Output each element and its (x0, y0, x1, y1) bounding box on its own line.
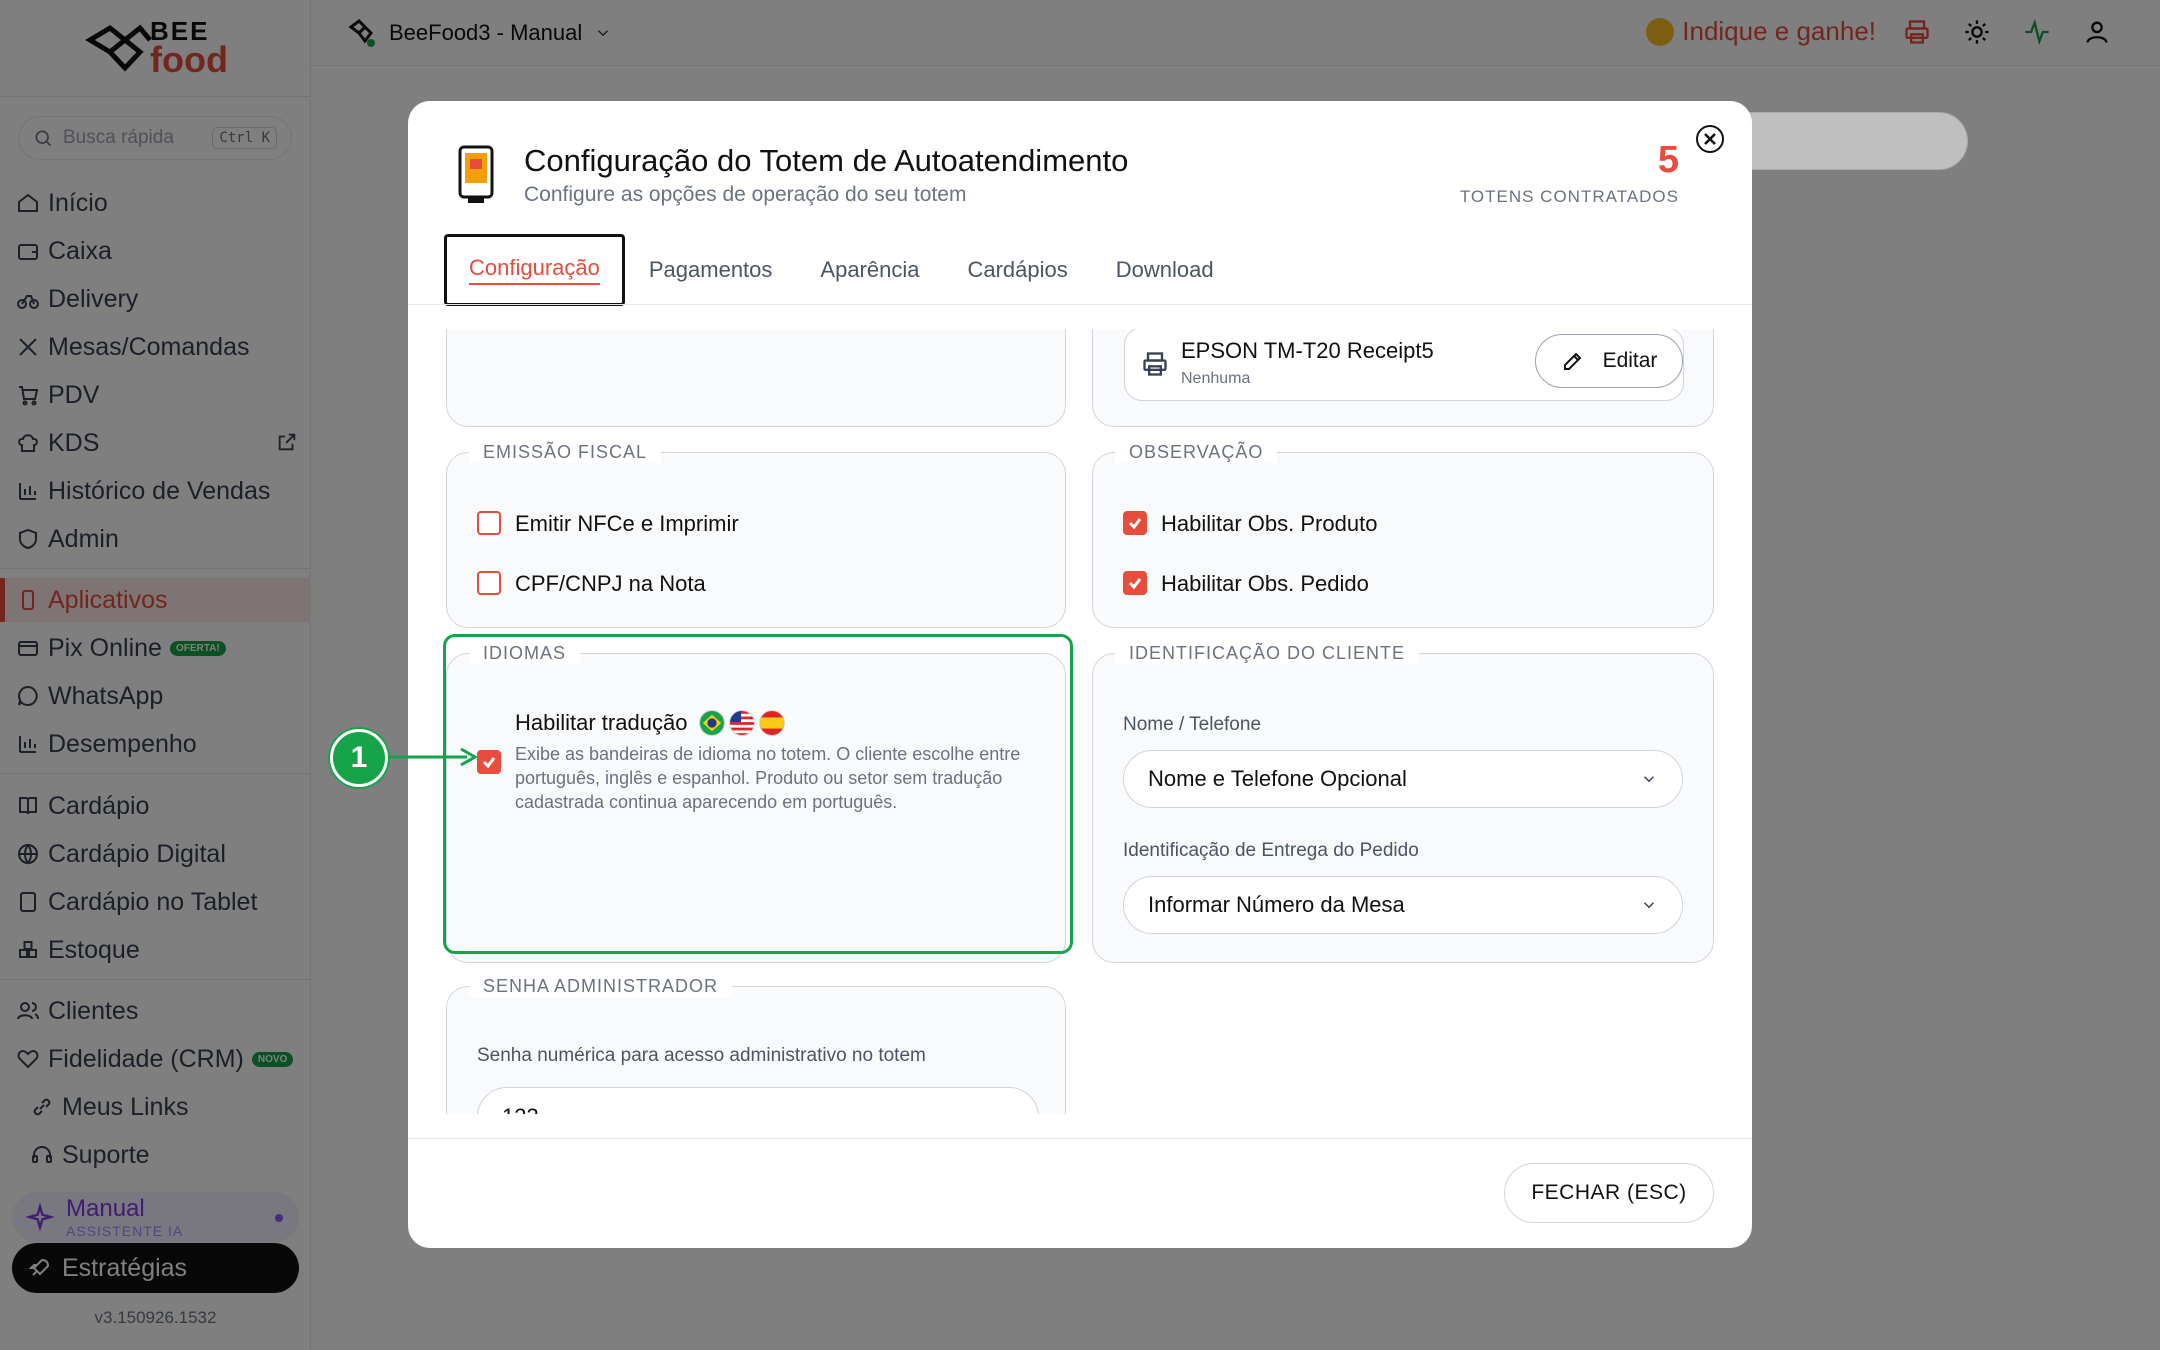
close-modal-button[interactable] (1696, 125, 1724, 153)
nfce-checkbox[interactable] (477, 511, 501, 535)
fieldset-fiscal: EMISSÃO FISCAL Emitir NFCe e Imprimir CP… (446, 441, 1066, 628)
totems-count: 5 (1657, 139, 1679, 181)
check-icon (1128, 578, 1142, 590)
fieldset-legend: SENHA ADMINISTRADOR (469, 975, 733, 997)
obs-order-checkbox[interactable] (1123, 571, 1147, 595)
tab-cardapios[interactable]: Cardápios (943, 234, 1091, 306)
check-icon (1128, 518, 1142, 530)
step-number: 1 (350, 741, 368, 774)
step-marker: 1 (330, 729, 388, 787)
obs-order-label: Habilitar Obs. Pedido (1161, 571, 1369, 596)
edit-printer-button[interactable]: Editar (1535, 334, 1683, 388)
modal-footer: FECHAR (ESC) (408, 1138, 1752, 1248)
tab-label: Download (1115, 257, 1214, 282)
close-esc-button[interactable]: FECHAR (ESC) (1504, 1163, 1714, 1223)
printer-name: EPSON TM-T20 Receipt5 (1181, 338, 1434, 363)
tabs-divider (408, 304, 1752, 305)
fieldset-legend: IDENTIFICAÇÃO DO CLIENTE (1115, 642, 1420, 664)
fieldset-observacao: OBSERVAÇÃO Habilitar Obs. Produto Habili… (1092, 441, 1714, 628)
nfce-label: Emitir NFCe e Imprimir (515, 511, 739, 536)
printer-card: EPSON TM-T20 Receipt5 Nenhuma Editar (1124, 329, 1684, 401)
tab-label: Pagamentos (648, 257, 773, 282)
chevron-down-icon (1643, 902, 1655, 909)
select-value: Nome e Telefone Opcional (1148, 766, 1407, 791)
tab-label: Aparência (820, 257, 920, 282)
modal-subtitle: Configure as opções de operação do seu t… (524, 183, 967, 206)
close-icon (1704, 133, 1716, 145)
printer-icon (1143, 352, 1167, 376)
cpf-label: CPF/CNPJ na Nota (515, 571, 706, 596)
arrow-right-icon (389, 747, 479, 767)
modal-tabs: Configuração Pagamentos Aparência Cardáp… (444, 234, 1238, 306)
tab-aparencia[interactable]: Aparência (796, 234, 943, 306)
admin-password-input[interactable]: 123 (477, 1087, 1039, 1114)
name-phone-select[interactable]: Nome e Telefone Opcional (1123, 750, 1683, 808)
obs-product-checkbox[interactable] (1123, 511, 1147, 535)
tab-label: Configuração (469, 255, 600, 285)
totems-label: TOTENS CONTRATADOS (1459, 187, 1679, 206)
fieldset-identificacao: IDENTIFICAÇÃO DO CLIENTE Nome / Telefone… (1092, 642, 1714, 963)
cpf-checkbox[interactable] (477, 571, 501, 595)
edit-label: Editar (1602, 349, 1658, 372)
idiomas-highlight-box (443, 634, 1073, 954)
fieldset-legend: EMISSÃO FISCAL (469, 441, 662, 463)
printer-status: Nenhuma (1181, 370, 1251, 387)
pencil-icon (1563, 352, 1581, 370)
delivery-id-label: Identificação de Entrega do Pedido (1123, 840, 1419, 861)
tab-download[interactable]: Download (1092, 234, 1238, 306)
fieldset-legend: OBSERVAÇÃO (1115, 441, 1278, 463)
modal-header: Configuração do Totem de Autoatendimento… (408, 101, 1752, 306)
modal-title: Configuração do Totem de Autoatendimento (524, 143, 1129, 178)
password-label: Senha numérica para acesso administrativ… (477, 1045, 926, 1066)
tab-pagamentos[interactable]: Pagamentos (625, 234, 797, 306)
obs-product-label: Habilitar Obs. Produto (1161, 511, 1378, 536)
chevron-down-icon (1643, 776, 1655, 783)
fieldset-senha: SENHA ADMINISTRADOR Senha numérica para … (446, 975, 1066, 1114)
name-phone-label: Nome / Telefone (1123, 714, 1262, 735)
fieldset-partial-left (446, 329, 1066, 427)
kiosk-icon (458, 145, 494, 203)
tab-configuracao[interactable]: Configuração (444, 234, 625, 306)
delivery-id-select[interactable]: Informar Número da Mesa (1123, 876, 1683, 934)
password-value: 123 (502, 1104, 539, 1114)
select-value: Informar Número da Mesa (1148, 892, 1405, 917)
close-label: FECHAR (ESC) (1531, 1181, 1687, 1204)
tab-label: Cardápios (967, 257, 1068, 282)
